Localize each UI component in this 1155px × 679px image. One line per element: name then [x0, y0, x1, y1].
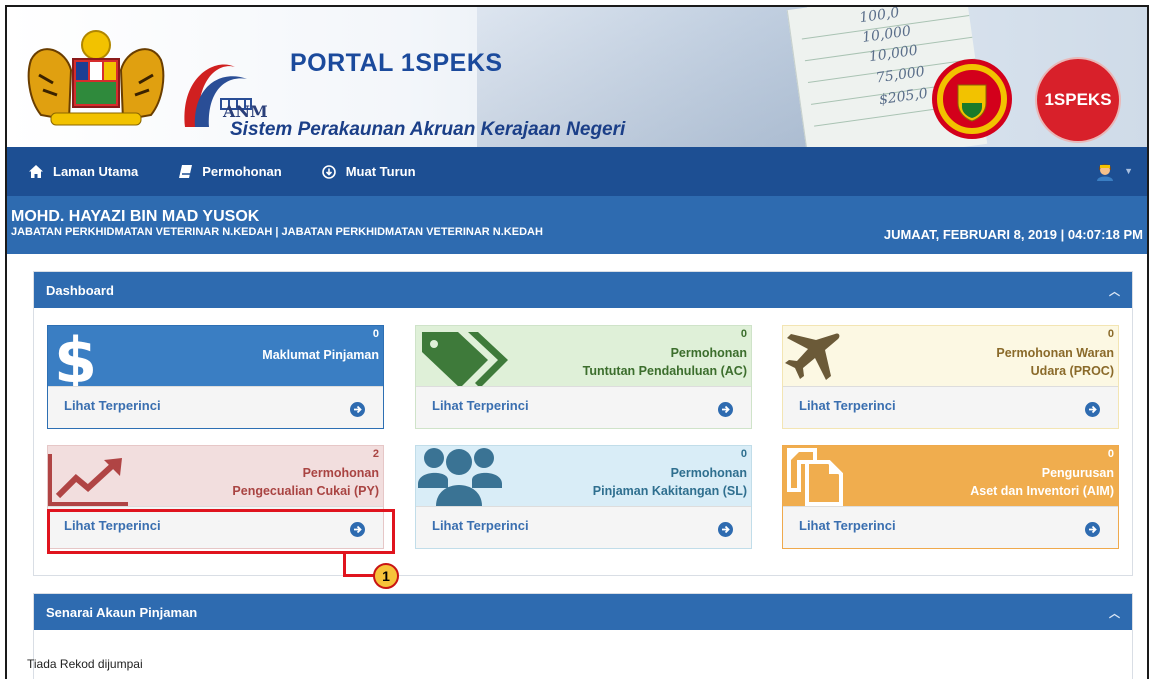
card-pinjaman-kakitangan: 0 Permohonan Pinjaman Kakitangan (SL) Li… [415, 445, 752, 549]
panel-title: Dashboard [46, 282, 114, 298]
dashboard-header[interactable]: Dashboard ︿ [34, 272, 1132, 308]
detail-link-label: Lihat Terperinci [799, 398, 896, 413]
card-label-line2: Tuntutan Pendahuluan (AC) [582, 364, 747, 378]
card-count: 2 [372, 448, 379, 460]
card-label-line2: Aset dan Inventori (AIM) [970, 484, 1114, 498]
chevron-up-icon[interactable]: ︿ [1109, 605, 1120, 621]
card-detail-link[interactable]: Lihat Terperinci [416, 386, 751, 428]
kedah-state-logo [932, 59, 1012, 139]
user-avatar-icon [1097, 164, 1114, 181]
1speks-logo: 1SPEKS [1037, 59, 1119, 141]
panel-title: Senarai Akaun Pinjaman [46, 604, 198, 620]
sheet-number: 100,0 [858, 7, 901, 27]
card-label-line2: Pinjaman Kakitangan (SL) [592, 484, 747, 498]
users-icon [418, 448, 502, 506]
current-datetime: JUMAAT, FEBRUARI 8, 2019 | 04:07:18 PM [883, 227, 1143, 242]
card-count: 0 [740, 328, 747, 340]
detail-link-label: Lihat Terperinci [432, 518, 529, 533]
nav-label: Laman Utama [53, 164, 139, 179]
detail-link-label: Lihat Terperinci [799, 518, 896, 533]
plane-icon [785, 333, 840, 380]
card-label-line2: Udara (PROC) [1030, 364, 1114, 378]
loan-accounts-panel: Senarai Akaun Pinjaman ︿ [33, 593, 1133, 679]
annotation-callout: 1 [373, 563, 399, 589]
card-maklumat-pinjaman: $ 0 Maklumat Pinjaman Lihat Terperinci [47, 325, 384, 429]
arrow-right-circle-icon[interactable] [718, 522, 733, 537]
user-department: JABATAN PERKHIDMATAN VETERINAR N.KEDAH |… [11, 226, 543, 238]
card-label-line1: Permohonan [670, 346, 747, 360]
user-info-bar: MOHD. HAYAZI BIN MAD YUSOK JABATAN PERKH… [7, 196, 1147, 254]
arrow-right-circle-icon[interactable] [1085, 522, 1100, 537]
book-icon [178, 165, 192, 179]
card-detail-link[interactable]: Lihat Terperinci [783, 386, 1118, 428]
chevron-up-icon[interactable]: ︿ [1109, 283, 1120, 299]
sheet-number: $205,0 [878, 85, 929, 109]
arrow-right-circle-icon[interactable] [718, 402, 733, 417]
card-detail-link[interactable]: Lihat Terperinci [416, 506, 751, 548]
sheet-number: 75,000 [874, 63, 926, 87]
header-banner: 100,0 10,000 10,000 75,000 $205,0 ANM PO… [7, 7, 1147, 147]
portal-title: PORTAL 1SPEKS [290, 49, 503, 77]
nav-label: Permohonan [202, 164, 282, 179]
dollar-icon: $ [54, 326, 97, 386]
user-name: MOHD. HAYAZI BIN MAD YUSOK [11, 208, 260, 225]
card-count: 0 [372, 328, 379, 340]
home-icon [29, 165, 43, 179]
card-detail-link[interactable]: Lihat Terperinci [783, 506, 1118, 548]
portal-subtitle: Sistem Perakaunan Akruan Kerajaan Negeri [230, 119, 626, 140]
user-menu[interactable]: ▼ [1096, 161, 1133, 181]
card-label-line2: Pengecualian Cukai (PY) [232, 484, 379, 498]
card-count: 0 [740, 448, 747, 460]
loan-accounts-header[interactable]: Senarai Akaun Pinjaman ︿ [34, 594, 1132, 630]
nav-item-muat-turun[interactable]: Muat Turun [321, 164, 416, 179]
main-navbar: Laman Utama Permohonan Muat Turun ▼ [7, 147, 1147, 196]
chevron-down-icon: ▼ [1124, 166, 1133, 176]
arrow-right-circle-icon[interactable] [1085, 402, 1100, 417]
app-window: 100,0 10,000 10,000 75,000 $205,0 ANM PO… [5, 5, 1149, 679]
card-count: 0 [1107, 448, 1114, 460]
copy-icon [787, 448, 843, 506]
svg-text:$: $ [54, 326, 97, 386]
card-label: Maklumat Pinjaman [262, 348, 379, 362]
card-label-line1: Permohonan [302, 466, 379, 480]
card-detail-link[interactable]: Lihat Terperinci [48, 386, 383, 428]
card-label-line1: Permohonan Waran [996, 346, 1114, 360]
card-aset-inventori: 0 Pengurusan Aset dan Inventori (AIM) Li… [782, 445, 1119, 549]
annotation-highlight-box [47, 509, 395, 554]
nav-label: Muat Turun [345, 164, 416, 179]
annotation-line [343, 574, 375, 577]
sheet-number: 10,000 [861, 23, 912, 46]
card-label-line1: Pengurusan [1041, 466, 1114, 480]
arrow-right-circle-icon[interactable] [350, 402, 365, 417]
malaysia-coat-of-arms-logo [27, 30, 165, 126]
sheet-number: 10,000 [867, 42, 919, 66]
nav-item-laman-utama[interactable]: Laman Utama [29, 164, 138, 179]
card-count: 0 [1107, 328, 1114, 340]
card-label-line1: Permohonan [670, 466, 747, 480]
download-icon [321, 164, 336, 179]
detail-link-label: Lihat Terperinci [432, 398, 529, 413]
tags-icon [422, 332, 508, 388]
empty-records-message: Tiada Rekod dijumpai [27, 657, 143, 671]
detail-link-label: Lihat Terperinci [64, 398, 161, 413]
line-chart-icon [48, 454, 128, 506]
card-waran-udara: 0 Permohonan Waran Udara (PROC) Lihat Te… [782, 325, 1119, 429]
nav-item-permohonan[interactable]: Permohonan [178, 164, 282, 179]
card-tuntutan-pendahuluan: 0 Permohonan Tuntutan Pendahuluan (AC) L… [415, 325, 752, 429]
